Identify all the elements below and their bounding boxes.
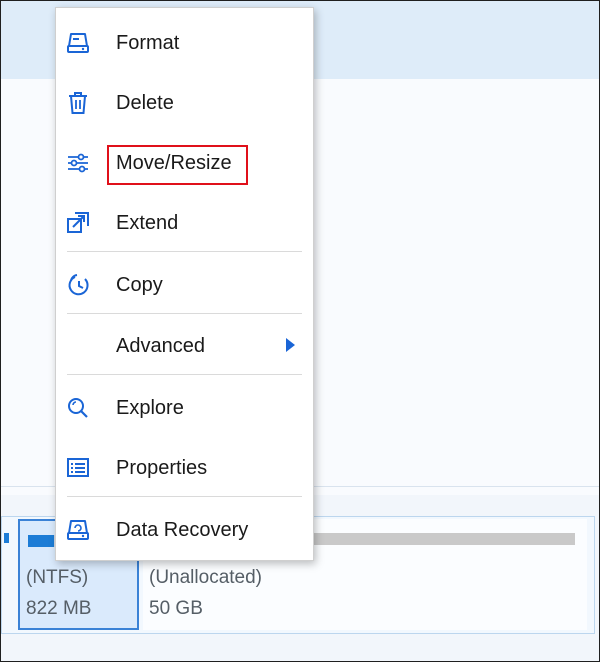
menu-item-copy[interactable]: Copy: [56, 260, 313, 310]
small-partition-marker[interactable]: [4, 533, 9, 543]
menu-item-label: Delete: [116, 92, 174, 114]
extend-icon: [67, 212, 89, 233]
menu-separator: [67, 496, 302, 497]
unallocated-type-label: (Unallocated): [149, 567, 262, 588]
menu-item-label: Format: [116, 32, 180, 54]
menu-item-label: Data Recovery: [116, 519, 249, 541]
highlight-annotation: [107, 145, 248, 185]
context-menu: Format Delete Move/Resize Extend Copy Ad…: [55, 7, 314, 561]
menu-item-explore[interactable]: Explore: [56, 383, 313, 433]
copy-clock-icon: [68, 274, 89, 296]
menu-item-label: Advanced: [116, 335, 205, 357]
menu-item-label: Copy: [116, 274, 163, 296]
unallocated-size-label: 50 GB: [149, 598, 203, 619]
format-disk-icon: [67, 33, 89, 53]
menu-item-format[interactable]: Format: [56, 18, 313, 68]
menu-item-label: Explore: [116, 397, 184, 419]
menu-item-label: Properties: [116, 457, 208, 479]
list-icon: [67, 458, 89, 477]
trash-icon: [69, 92, 87, 114]
menu-item-advanced[interactable]: Advanced: [56, 321, 313, 371]
magnifier-icon: [68, 398, 88, 418]
ntfs-usage-fill: [28, 535, 54, 547]
menu-separator: [67, 374, 302, 375]
submenu-arrow-icon: [286, 338, 295, 352]
menu-item-label: Extend: [116, 212, 179, 234]
menu-item-extend[interactable]: Extend: [56, 198, 313, 248]
sliders-icon: [68, 153, 88, 173]
menu-separator: [67, 313, 302, 314]
menu-item-data-recovery[interactable]: Data Recovery: [56, 505, 313, 555]
ntfs-type-label: (NTFS): [26, 567, 89, 588]
menu-item-delete[interactable]: Delete: [56, 78, 313, 128]
ntfs-size-label: 822 MB: [26, 598, 92, 619]
disk-recovery-icon: [67, 520, 89, 540]
menu-separator: [67, 251, 302, 252]
menu-item-properties[interactable]: Properties: [56, 443, 313, 493]
